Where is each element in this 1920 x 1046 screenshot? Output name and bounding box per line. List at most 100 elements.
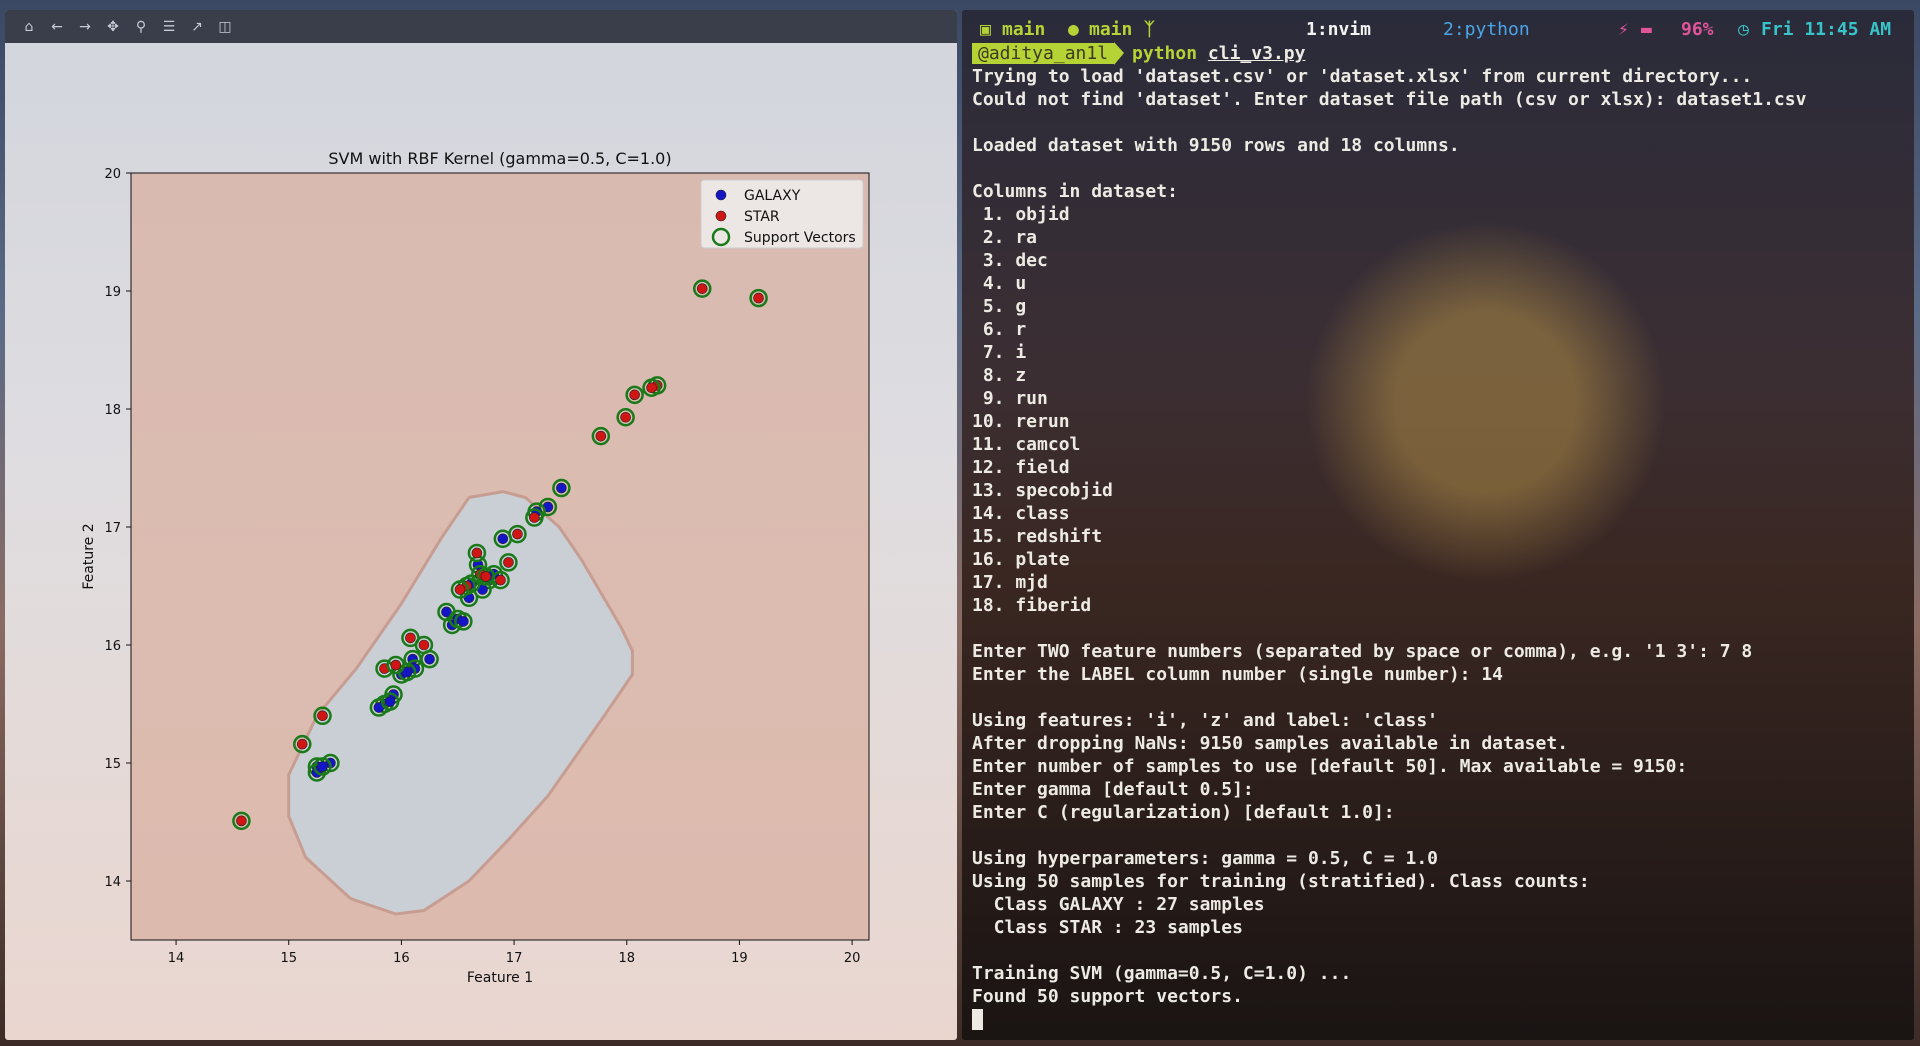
- terminal-line: Could not find 'dataset'. Enter dataset …: [972, 89, 1807, 110]
- y-tick-label: 19: [104, 285, 121, 300]
- x-tick-label: 17: [506, 951, 523, 966]
- terminal-line: 9. run: [972, 388, 1048, 409]
- y-tick-label: 20: [104, 167, 121, 182]
- y-tick-label: 16: [104, 639, 121, 654]
- forward-icon[interactable]: →: [71, 15, 99, 39]
- git-branch-icon: ᛉ: [1144, 19, 1155, 40]
- x-tick-label: 18: [618, 951, 635, 966]
- star-point: [471, 547, 483, 559]
- back-icon[interactable]: ←: [43, 15, 71, 39]
- terminal-line: Enter TWO feature numbers (separated by …: [972, 641, 1753, 662]
- clock-icon: ◷: [1738, 19, 1749, 40]
- tmux-window-1[interactable]: 1:nvim: [1306, 18, 1371, 42]
- star-point: [454, 584, 466, 595]
- terminal-line: 4. u: [972, 273, 1027, 294]
- star-point: [503, 557, 514, 568]
- galaxy-point: [317, 761, 328, 772]
- star-point: [390, 659, 402, 671]
- prompt-argument: cli_v3.py: [1207, 43, 1306, 64]
- star-point: [480, 571, 492, 582]
- terminal-line: 3. dec: [972, 250, 1048, 271]
- battery-percent: 96%: [1681, 19, 1714, 40]
- galaxy-point: [424, 653, 435, 665]
- legend: GALAXY STAR Support Vectors: [700, 179, 864, 249]
- prompt-user: @aditya_an1l: [972, 43, 1115, 64]
- prompt-line: @aditya_an1l python cli_v3.py: [972, 42, 1305, 65]
- x-tick-label: 14: [168, 951, 185, 966]
- y-tick-label: 14: [104, 875, 121, 890]
- terminal-line: Columns in dataset:: [972, 181, 1178, 202]
- y-ticks: 14 15 16 17 18 19 20: [104, 167, 131, 890]
- terminal-line: Class STAR : 23 samples: [972, 917, 1243, 938]
- pan-icon[interactable]: ✥: [99, 15, 127, 39]
- y-axis-label: Feature 2: [81, 523, 97, 589]
- terminal-line: Using hyperparameters: gamma = 0.5, C = …: [972, 848, 1438, 869]
- terminal-line: 15. redshift: [972, 526, 1103, 547]
- prompt-arrow-icon: [1114, 42, 1125, 65]
- terminal-line: 16. plate: [972, 549, 1070, 570]
- star-point: [317, 710, 328, 722]
- terminal-line: Trying to load 'dataset.csv' or 'dataset…: [972, 66, 1753, 87]
- terminal-line: Enter gamma [default 0.5]:: [972, 779, 1254, 800]
- star-point: [629, 389, 640, 401]
- terminal-line: After dropping NaNs: 9150 samples availa…: [972, 733, 1569, 754]
- galaxy-point: [556, 482, 567, 494]
- zoom-icon[interactable]: ⚲: [127, 15, 155, 39]
- tmux-window-2[interactable]: 2:python: [1443, 18, 1530, 42]
- branch-icon: ●: [1068, 19, 1079, 40]
- configure-icon[interactable]: ☰: [155, 15, 183, 39]
- star-point: [620, 411, 631, 423]
- terminal-line: 18. fiberid: [972, 595, 1092, 616]
- svm-plot: 14 15 16 17 18 19 20 14 15 16 17 18 19 20 SVM with R…: [81, 149, 870, 986]
- galaxy-point: [497, 533, 509, 545]
- terminal-line: Enter the LABEL column number (single nu…: [972, 664, 1504, 685]
- galaxy-point: [458, 616, 469, 627]
- x-tick-label: 20: [844, 951, 861, 966]
- star-point: [236, 815, 247, 827]
- home-icon[interactable]: ⌂: [15, 15, 43, 39]
- galaxy-point: [384, 696, 396, 707]
- save-icon[interactable]: ◫: [211, 15, 239, 39]
- terminal-line: 7. i: [972, 342, 1027, 363]
- terminal-line: 8. z: [972, 365, 1027, 386]
- terminal-line: Enter number of samples to use [default …: [972, 756, 1688, 777]
- terminal-line: 12. field: [972, 457, 1070, 478]
- plot-toolbar: ⌂ ← → ✥ ⚲ ☰ ↗ ◫: [5, 10, 957, 43]
- legend-galaxy-label: GALAXY: [744, 188, 801, 204]
- legend-star-marker: [715, 210, 727, 222]
- star-point: [753, 292, 764, 304]
- y-tick-label: 15: [104, 757, 121, 772]
- terminal-line: 1. objid: [972, 204, 1070, 225]
- battery-icon: ▬: [1641, 19, 1652, 40]
- edit-curve-icon[interactable]: ↗: [183, 15, 211, 39]
- terminal-line: 5. g: [972, 296, 1027, 317]
- y-tick-label: 17: [104, 521, 121, 536]
- terminal-line: 2. ra: [972, 227, 1038, 248]
- terminal-line: 13. specobjid: [972, 480, 1113, 501]
- legend-support-vector-label: Support Vectors: [744, 230, 856, 246]
- session-icon: ▣: [980, 19, 991, 40]
- plug-icon: ⚡: [1618, 19, 1629, 40]
- chart-title: SVM with RBF Kernel (gamma=0.5, C=1.0): [328, 149, 671, 168]
- star-point: [296, 738, 308, 750]
- matplotlib-window: ⌂ ← → ✥ ⚲ ☰ ↗ ◫ 14 15 16 17 18 19 20 14 15 16 17 1…: [5, 10, 957, 1040]
- legend-galaxy-marker: [715, 189, 727, 201]
- terminal-line: Training SVM (gamma=0.5, C=1.0) ...: [972, 963, 1352, 984]
- star-point: [696, 283, 708, 294]
- terminal-line: Class GALAXY : 27 samples: [972, 894, 1265, 915]
- star-point: [418, 639, 430, 651]
- terminal-window[interactable]: ▣ main ● main ᛉ 1:nvim 2:python ⚡ ▬ 96% …: [962, 10, 1914, 1040]
- terminal-line: Enter C (regularization) [default 1.0]:: [972, 802, 1395, 823]
- star-point: [646, 382, 657, 394]
- x-tick-label: 19: [731, 951, 748, 966]
- terminal-line: 10. rerun: [972, 411, 1070, 432]
- star-point: [529, 512, 540, 523]
- terminal-line: 6. r: [972, 319, 1027, 340]
- star-point: [405, 632, 416, 644]
- terminal-line: 14. class: [972, 503, 1070, 524]
- branch-name: main: [1089, 19, 1133, 40]
- star-point: [495, 574, 506, 586]
- clock-time: Fri 11:45 AM: [1761, 19, 1892, 40]
- x-axis-label: Feature 1: [467, 970, 533, 986]
- star-point: [512, 528, 523, 540]
